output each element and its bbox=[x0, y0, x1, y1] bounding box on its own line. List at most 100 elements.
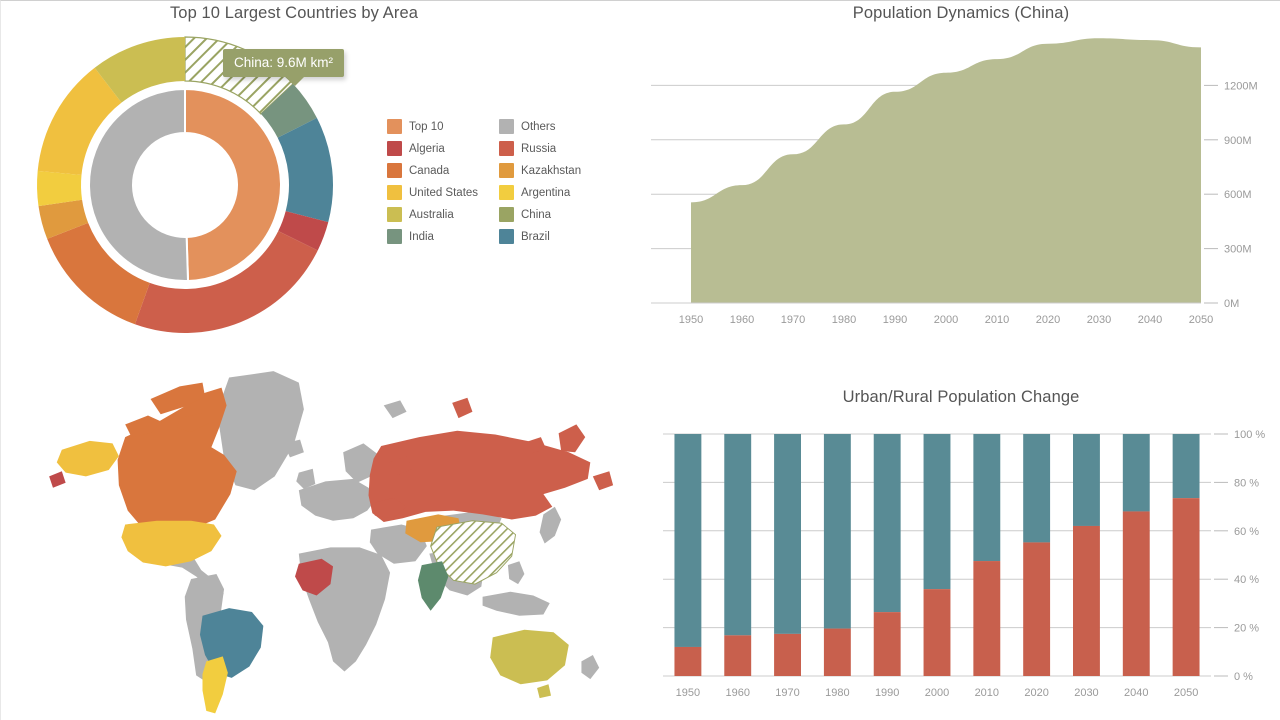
bar-xtick-label: 1990 bbox=[875, 687, 899, 699]
legend-item-china[interactable]: China bbox=[499, 207, 607, 222]
bar-segment-urban[interactable] bbox=[674, 647, 701, 676]
donut-legend[interactable]: Top 10 Others Algeria Russia Canada Kazakhsta… bbox=[387, 119, 607, 244]
legend-item-australia[interactable]: Australia bbox=[387, 207, 495, 222]
area-xtick-label: 2050 bbox=[1189, 314, 1213, 326]
area-xtick-label: 1970 bbox=[781, 314, 805, 326]
legend-swatch-icon bbox=[499, 163, 514, 178]
legend-item-label: Canada bbox=[409, 165, 449, 177]
legend-item-algeria[interactable]: Algeria bbox=[387, 141, 495, 156]
donut-chart-panel: Top 10 Largest Countries by Area China: … bbox=[1, 1, 641, 361]
map-country-alaska[interactable] bbox=[57, 441, 119, 476]
map-country-russia-kamchatka[interactable] bbox=[559, 424, 586, 452]
bar-chart-graphic[interactable]: 0 %20 %40 %60 %80 %100 %1950196019701980… bbox=[641, 416, 1280, 720]
bar-xtick-label: 2030 bbox=[1074, 687, 1098, 699]
bar-ytick-label: 40 % bbox=[1234, 574, 1259, 586]
legend-item-india[interactable]: India bbox=[387, 229, 495, 244]
legend-item-label: China bbox=[521, 209, 551, 221]
area-xtick-label: 2020 bbox=[1036, 314, 1060, 326]
legend-item-brazil[interactable]: Brazil bbox=[499, 229, 607, 244]
bar-segment-urban[interactable] bbox=[824, 629, 851, 676]
area-xtick-label: 2000 bbox=[934, 314, 958, 326]
bar-segment-rural[interactable] bbox=[824, 434, 851, 629]
area-chart-graphic[interactable]: 0M300M600M900M1200M195019601970198019902… bbox=[641, 1, 1280, 341]
bar-segment-rural[interactable] bbox=[924, 434, 951, 589]
legend-item-canada[interactable]: Canada bbox=[387, 163, 495, 178]
bar-xtick-label: 2020 bbox=[1024, 687, 1048, 699]
area-xtick-label: 2030 bbox=[1087, 314, 1111, 326]
map-country-russia-east-tip[interactable] bbox=[593, 471, 613, 490]
map-country-india[interactable] bbox=[418, 561, 448, 610]
bar-segment-rural[interactable] bbox=[1023, 434, 1050, 542]
area-ytick-label: 300M bbox=[1224, 244, 1252, 256]
area-ytick-label: 600M bbox=[1224, 189, 1252, 201]
map-country-greenland-north-bit[interactable] bbox=[452, 398, 472, 418]
legend-item-argentina[interactable]: Argentina bbox=[499, 185, 607, 200]
area-xtick-label: 1990 bbox=[883, 314, 907, 326]
bar-segment-rural[interactable] bbox=[724, 434, 751, 635]
legend-swatch-icon bbox=[387, 207, 402, 222]
area-ytick-label: 0M bbox=[1224, 298, 1239, 310]
legend-item-label: Russia bbox=[521, 143, 556, 155]
dashboard: Top 10 Largest Countries by Area China: … bbox=[0, 0, 1280, 720]
map-country-canada[interactable] bbox=[118, 388, 237, 532]
legend-item-label: Brazil bbox=[521, 231, 550, 243]
bar-xtick-label: 1980 bbox=[825, 687, 849, 699]
legend-item-kazakhstan[interactable]: Kazakhstan bbox=[499, 163, 607, 178]
bar-chart-title: Urban/Rural Population Change bbox=[641, 388, 1280, 407]
area-chart-title: Population Dynamics (China) bbox=[641, 4, 1280, 23]
bar-segment-rural[interactable] bbox=[1173, 434, 1200, 498]
world-map-panel bbox=[1, 361, 641, 720]
legend-item-label: Algeria bbox=[409, 143, 445, 155]
legend-item-label: Top 10 bbox=[409, 121, 444, 133]
bar-segment-rural[interactable] bbox=[1123, 434, 1150, 511]
legend-item-label: India bbox=[409, 231, 434, 243]
bar-xtick-label: 2010 bbox=[975, 687, 999, 699]
map-country-new-zealand[interactable] bbox=[581, 655, 599, 679]
bar-segment-rural[interactable] bbox=[674, 434, 701, 647]
area-ytick-label: 900M bbox=[1224, 135, 1252, 147]
bar-xtick-label: 1950 bbox=[676, 687, 700, 699]
bar-segment-rural[interactable] bbox=[1073, 434, 1100, 526]
bar-segment-urban[interactable] bbox=[724, 635, 751, 676]
world-map-graphic[interactable] bbox=[1, 361, 641, 720]
bar-segment-urban[interactable] bbox=[1073, 526, 1100, 676]
legend-item-others[interactable]: Others bbox=[499, 119, 607, 134]
map-country-tasmania[interactable] bbox=[537, 684, 551, 698]
legend-item-top-10[interactable]: Top 10 bbox=[387, 119, 495, 134]
bar-segment-urban[interactable] bbox=[774, 634, 801, 676]
legend-item-united-states[interactable]: United States bbox=[387, 185, 495, 200]
area-series-china[interactable] bbox=[691, 38, 1201, 303]
donut-tooltip-text: China: 9.6M km² bbox=[234, 55, 333, 70]
bar-segment-urban[interactable] bbox=[874, 612, 901, 676]
area-xtick-label: 1950 bbox=[679, 314, 703, 326]
legend-item-label: Argentina bbox=[521, 187, 570, 199]
bar-segment-rural[interactable] bbox=[874, 434, 901, 612]
area-xtick-label: 2040 bbox=[1138, 314, 1162, 326]
area-xtick-label: 1960 bbox=[730, 314, 754, 326]
map-country-japan[interactable] bbox=[540, 507, 562, 544]
map-country-australia[interactable] bbox=[490, 630, 569, 684]
bar-segment-urban[interactable] bbox=[973, 561, 1000, 676]
map-country-indonesia[interactable] bbox=[483, 592, 550, 616]
area-chart-panel: Population Dynamics (China) 0M 300M 600M 90… bbox=[641, 1, 1280, 361]
bar-segment-urban[interactable] bbox=[1123, 511, 1150, 676]
map-country-baja-alaska-bit[interactable] bbox=[49, 471, 65, 487]
bar-segment-urban[interactable] bbox=[1023, 542, 1050, 676]
bar-chart-panel: Urban/Rural Population Change 0 %20 %40 … bbox=[641, 361, 1280, 720]
bar-segment-rural[interactable] bbox=[973, 434, 1000, 561]
bar-segment-rural[interactable] bbox=[774, 434, 801, 634]
legend-item-label: Australia bbox=[409, 209, 454, 221]
bar-segment-urban[interactable] bbox=[1173, 498, 1200, 676]
legend-swatch-icon bbox=[387, 141, 402, 156]
map-country-united-states[interactable] bbox=[121, 521, 221, 567]
legend-item-label: United States bbox=[409, 187, 478, 199]
donut-inner-ring[interactable] bbox=[86, 86, 284, 284]
map-country-argentina[interactable] bbox=[203, 656, 228, 713]
map-country-philippines-islands[interactable] bbox=[508, 561, 524, 584]
bar-xtick-label: 2000 bbox=[925, 687, 949, 699]
bar-segment-urban[interactable] bbox=[924, 589, 951, 676]
legend-item-russia[interactable]: Russia bbox=[499, 141, 607, 156]
bar-ytick-label: 20 % bbox=[1234, 623, 1259, 635]
map-country-svalbard[interactable] bbox=[384, 400, 407, 418]
bar-xtick-label: 1960 bbox=[725, 687, 749, 699]
